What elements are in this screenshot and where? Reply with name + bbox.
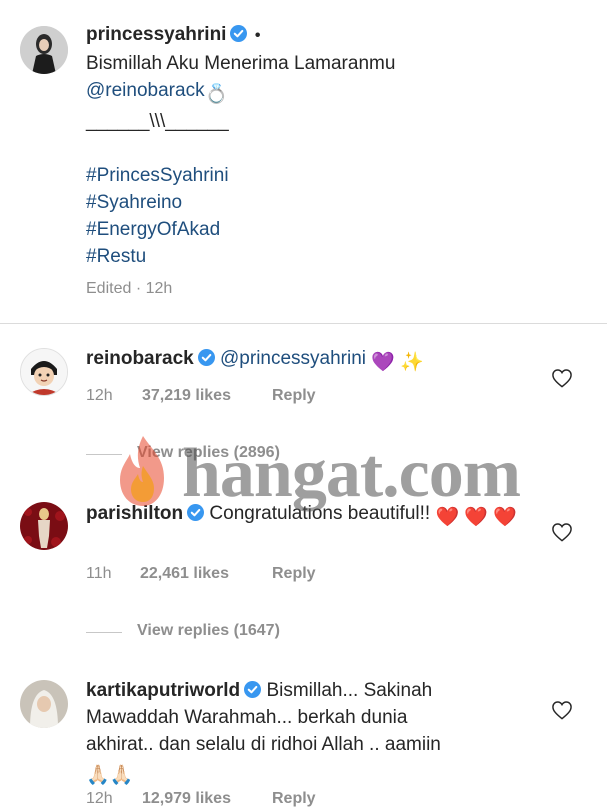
hashtag-syahreino[interactable]: #Syahreino bbox=[86, 189, 395, 216]
comment-likes[interactable]: 12,979 likes bbox=[142, 790, 231, 808]
comment-timestamp: 11h bbox=[86, 565, 112, 582]
view-replies-line bbox=[86, 454, 122, 455]
caption-decor: ______\\\______ bbox=[86, 111, 229, 132]
comment-text-line-2: Mawaddah Warahmah... berkah dunia bbox=[86, 707, 408, 728]
caption-text: Bismillah Aku Menerima Lamaranmu @reinob… bbox=[86, 50, 395, 270]
caption-mention[interactable]: @reinobarack bbox=[86, 80, 205, 101]
avatar-image bbox=[20, 502, 68, 550]
hashtag-princessyahrini[interactable]: #PrincesSyahrini bbox=[86, 162, 395, 189]
comment-username[interactable]: parishilton bbox=[86, 503, 183, 524]
post-username[interactable]: princessyahrini bbox=[86, 24, 226, 45]
ring-emoji: 💍 bbox=[204, 84, 229, 105]
avatar-reinobarack[interactable] bbox=[20, 348, 68, 396]
view-replies-button[interactable]: View replies (1647) bbox=[137, 622, 280, 640]
comment-likes[interactable]: 37,219 likes bbox=[142, 387, 231, 405]
comment-emojis: 💜 ✨ bbox=[371, 352, 424, 373]
comment-username[interactable]: reinobarack bbox=[86, 348, 194, 369]
comment-likes[interactable]: 22,461 likes bbox=[140, 565, 229, 583]
comment-username[interactable]: kartikaputriworld bbox=[86, 680, 240, 701]
avatar-kartikaputriworld[interactable] bbox=[20, 680, 68, 728]
avatar-princessyahrini[interactable] bbox=[20, 26, 68, 74]
comment-emojis: 🙏🏻🙏🏻 bbox=[86, 765, 134, 786]
avatar-image bbox=[21, 349, 67, 395]
comment-text: Congratulations beautiful!! bbox=[209, 503, 431, 524]
comment-emojis: ❤️ ❤️ ❤️ bbox=[435, 507, 517, 528]
view-replies-button[interactable]: View replies (2896) bbox=[137, 444, 280, 462]
edited-timestamp: Edited · 12h bbox=[86, 280, 173, 297]
reply-button[interactable]: Reply bbox=[272, 387, 316, 405]
comment-timestamp: 12h bbox=[86, 387, 113, 404]
verified-badge-icon bbox=[244, 681, 262, 698]
comment-text-line-1: Bismillah... Sakinah bbox=[266, 680, 433, 701]
like-heart-icon[interactable] bbox=[551, 368, 573, 388]
like-heart-icon[interactable] bbox=[551, 700, 573, 720]
caption-divider bbox=[0, 323, 607, 324]
view-replies-line bbox=[86, 632, 122, 633]
hashtag-restu[interactable]: #Restu bbox=[86, 243, 395, 270]
avatar-parishilton[interactable] bbox=[20, 502, 68, 550]
follow-dot: • bbox=[254, 27, 261, 44]
comment-timestamp: 12h bbox=[86, 790, 113, 807]
comment-text-line-3: akhirat.. dan selalu di ridhoi Allah .. … bbox=[86, 734, 441, 755]
caption-line-1: Bismillah Aku Menerima Lamaranmu bbox=[86, 53, 396, 74]
comment-mention[interactable]: @princessyahrini bbox=[220, 348, 366, 369]
reply-button[interactable]: Reply bbox=[272, 790, 316, 808]
like-heart-icon[interactable] bbox=[551, 522, 573, 542]
avatar-image bbox=[20, 680, 68, 728]
verified-badge-icon bbox=[230, 25, 248, 42]
verified-badge-icon bbox=[197, 349, 215, 366]
avatar-image bbox=[20, 26, 68, 74]
reply-button[interactable]: Reply bbox=[272, 565, 316, 583]
hashtag-energyofakad[interactable]: #EnergyOfAkad bbox=[86, 216, 395, 243]
verified-badge-icon bbox=[187, 504, 205, 521]
